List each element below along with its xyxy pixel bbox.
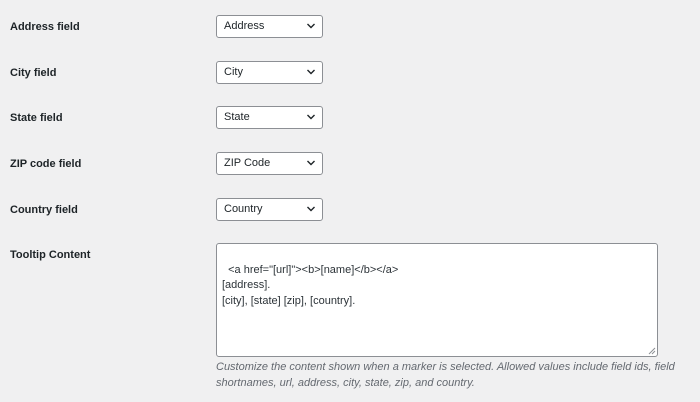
- city-field-select[interactable]: City: [216, 61, 323, 84]
- state-field-select[interactable]: State: [216, 106, 323, 129]
- resize-grip-icon[interactable]: [648, 347, 656, 355]
- address-field-label: Address field: [10, 21, 80, 33]
- address-field-select[interactable]: Address: [216, 15, 323, 38]
- zip-field-value: ZIP Code: [224, 157, 271, 169]
- state-field-label: State field: [10, 112, 63, 124]
- city-field-label: City field: [10, 67, 57, 79]
- address-field-value: Address: [224, 20, 265, 32]
- tooltip-description: Customize the content shown when a marke…: [216, 361, 675, 389]
- chevron-down-icon: [307, 160, 315, 166]
- country-field-label: Country field: [10, 204, 78, 216]
- chevron-down-icon: [307, 114, 315, 120]
- city-field-value: City: [224, 66, 243, 78]
- state-field-value: State: [224, 111, 250, 123]
- chevron-down-icon: [307, 23, 315, 29]
- zip-field-label: ZIP code field: [10, 158, 82, 170]
- zip-field-select[interactable]: ZIP Code: [216, 152, 323, 175]
- tooltip-content-textarea[interactable]: <a href="[url]"><b>[name]</b></a> [addre…: [216, 243, 658, 357]
- country-field-select[interactable]: Country: [216, 198, 323, 221]
- country-field-value: Country: [224, 203, 263, 215]
- chevron-down-icon: [307, 69, 315, 75]
- tooltip-content-label: Tooltip Content: [10, 249, 91, 261]
- tooltip-content-text: <a href="[url]"><b>[name]</b></a> [addre…: [222, 263, 399, 307]
- chevron-down-icon: [307, 206, 315, 212]
